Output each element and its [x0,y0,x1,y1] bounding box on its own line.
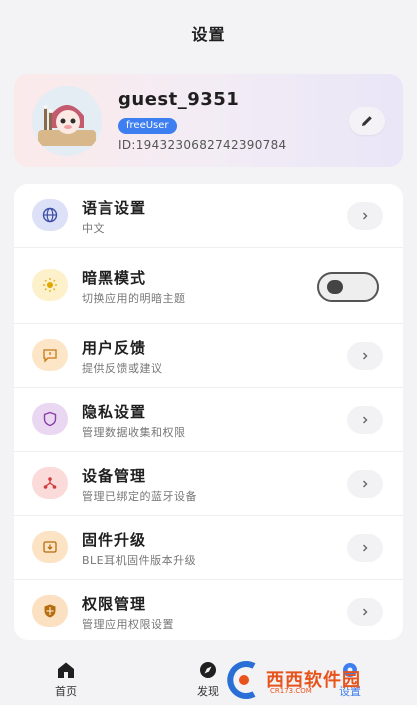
toggle-knob [327,280,343,294]
chevron-right-icon [363,608,368,616]
edit-profile-button[interactable] [349,107,385,135]
row-title: 用户反馈 [82,339,147,357]
row-subtitle: 中文 [82,222,105,235]
chevron-right-icon [363,212,368,220]
chevron-right-icon [363,480,368,488]
settings-row-permissions[interactable]: 权限管理 管理应用权限设置 [14,580,403,644]
sun-icon [32,269,68,301]
settings-row-language[interactable]: 语言设置 中文 [14,184,403,248]
row-title: 固件升级 [82,531,147,549]
row-title: 暗黑模式 [82,269,147,287]
user-tier-badge: freeUser [118,118,177,134]
chevron-right-icon [363,352,368,360]
pencil-icon [362,116,372,126]
chevron-right-icon [363,544,368,552]
chevron-right-icon [363,416,368,424]
page-title: 设置 [191,25,226,44]
globe-icon [32,199,68,231]
settings-row-firmware[interactable]: 固件升级 BLE耳机固件版本升级 [14,516,403,580]
feedback-icon [32,339,68,371]
site-watermark: 西西软件园 CR173.COM [224,660,404,700]
row-subtitle: 管理已绑定的蓝牙设备 [82,490,197,503]
chevron-right-button[interactable] [347,342,383,370]
permission-shield-icon [32,595,68,627]
row-title: 设备管理 [82,467,147,485]
chevron-right-button[interactable] [347,406,383,434]
settings-row-privacy[interactable]: 隐私设置 管理数据收集和权限 [14,388,403,452]
row-subtitle: 管理数据收集和权限 [82,426,186,439]
chevron-right-button[interactable] [347,470,383,498]
app-header: 设置 [0,0,417,66]
chevron-right-button[interactable] [347,534,383,562]
row-subtitle: BLE耳机固件版本升级 [82,554,197,567]
settings-row-dark-mode: 暗黑模式 切换应用的明暗主题 [14,248,403,324]
watermark-subtext: CR173.COM [270,687,312,695]
dark-mode-toggle[interactable] [317,272,379,302]
nav-label: 发现 [197,685,219,698]
chevron-right-button[interactable] [347,202,383,230]
firmware-upload-icon [32,531,68,563]
profile-card[interactable]: guest_9351 freeUser ID:19432306827423907… [14,74,403,167]
chevron-right-button[interactable] [347,598,383,626]
avatar[interactable] [32,86,102,156]
row-subtitle: 提供反馈或建议 [82,362,163,375]
compass-icon [200,662,216,678]
row-title: 语言设置 [82,199,147,217]
row-title: 权限管理 [82,595,147,613]
username: guest_9351 [118,89,240,110]
avatar-illustration [32,86,102,156]
row-title: 隐私设置 [82,403,147,421]
watermark-logo-icon [227,661,256,699]
nav-label: 首页 [55,685,77,698]
home-icon [58,662,74,678]
row-subtitle: 管理应用权限设置 [82,618,174,631]
nav-tab-home[interactable]: 首页 [36,661,96,703]
shield-icon [32,403,68,435]
settings-row-feedback[interactable]: 用户反馈 提供反馈或建议 [14,324,403,388]
settings-list: 语言设置 中文 暗黑模式 切换应用的明暗主题 用户反馈 提供反馈或建议 隐私设置… [14,184,403,640]
row-subtitle: 切换应用的明暗主题 [82,292,186,305]
user-id: ID:1943230682742390784 [118,138,287,152]
device-share-icon [32,467,68,499]
settings-row-devices[interactable]: 设备管理 管理已绑定的蓝牙设备 [14,452,403,516]
